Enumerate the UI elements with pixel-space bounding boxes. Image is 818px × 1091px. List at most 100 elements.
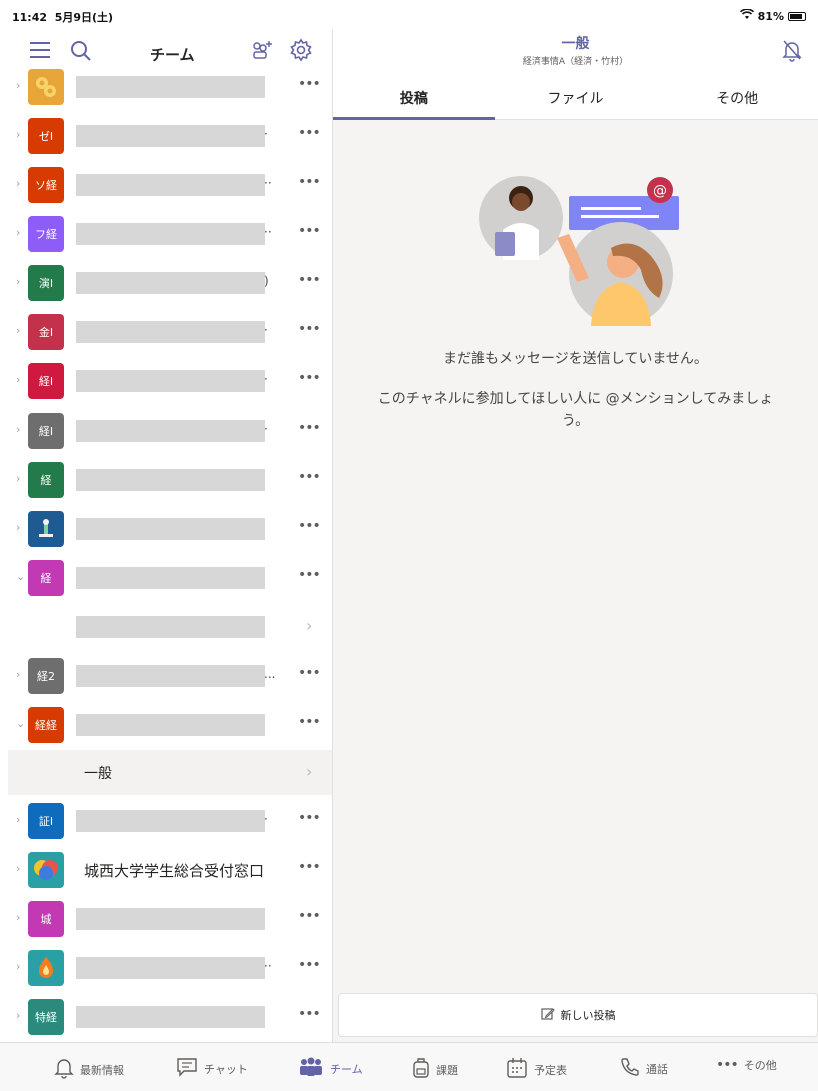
team-name-redacted — [76, 420, 265, 442]
chevron-down-icon[interactable]: ⌄ — [16, 717, 25, 730]
nav-more[interactable]: ••• その他 — [716, 1057, 777, 1073]
search-icon[interactable] — [70, 40, 92, 66]
chevron-right-icon[interactable]: › — [16, 862, 20, 875]
team-name-trail: ·· — [264, 959, 272, 973]
team-row[interactable]: › 城西大学学生総合受付窓口 ••• — [8, 847, 332, 893]
more-options-icon[interactable]: ••• — [298, 272, 321, 288]
bell-icon — [54, 1057, 74, 1082]
channel-tabs: 投稿 ファイル その他 — [333, 76, 818, 120]
more-options-icon[interactable]: ••• — [298, 567, 321, 583]
chevron-right-icon[interactable]: › — [16, 472, 20, 485]
team-row[interactable]: › ソ経 ·· ••• — [8, 162, 332, 208]
team-avatar: 証I — [28, 803, 64, 839]
nav-calendar-label: 予定表 — [534, 1063, 567, 1077]
team-name-redacted — [76, 125, 265, 147]
more-options-icon[interactable]: ••• — [298, 859, 321, 875]
chevron-right-icon[interactable]: › — [306, 616, 312, 635]
nav-calendar[interactable]: 予定表 — [506, 1057, 567, 1082]
tab-more[interactable]: その他 — [656, 76, 818, 120]
team-row[interactable]: › ゼI · ••• — [8, 113, 332, 159]
chevron-right-icon[interactable]: › — [16, 423, 20, 436]
chat-icon — [176, 1057, 198, 1080]
chevron-right-icon[interactable]: › — [306, 762, 312, 781]
chevron-right-icon[interactable]: › — [16, 960, 20, 973]
team-row[interactable]: › 城 ••• — [8, 896, 332, 942]
new-post-button[interactable]: 新しい投稿 — [338, 993, 818, 1037]
nav-teams[interactable]: チーム — [298, 1057, 363, 1080]
tab-files[interactable]: ファイル — [495, 76, 657, 120]
team-avatar: 演I — [28, 265, 64, 301]
teams-sidebar: チーム › ••• › ゼI · ••• › ソ経 ·· ••• › フ経 ··… — [0, 30, 333, 1042]
team-name-trail: · — [264, 323, 268, 337]
team-avatar — [28, 511, 64, 547]
nav-chat[interactable]: チャット — [176, 1057, 248, 1080]
chevron-right-icon[interactable]: › — [16, 226, 20, 239]
team-row[interactable]: › ••• — [8, 64, 332, 110]
team-row[interactable]: › 経 ••• — [8, 457, 332, 503]
more-options-icon[interactable]: ••• — [298, 370, 321, 386]
chevron-right-icon[interactable]: › — [16, 813, 20, 826]
channel-header: 一般 経済事情A（経済・竹村） 投稿 ファイル その他 — [333, 30, 818, 120]
team-name-trail: · — [264, 422, 268, 436]
team-row[interactable]: › フ経 ·· ••• — [8, 211, 332, 257]
more-options-icon[interactable]: ••• — [298, 321, 321, 337]
chevron-right-icon[interactable]: › — [16, 668, 20, 681]
team-name-redacted — [76, 76, 265, 98]
chevron-right-icon[interactable]: › — [16, 324, 20, 337]
more-options-icon[interactable]: ••• — [298, 125, 321, 141]
bell-off-icon[interactable] — [780, 38, 804, 66]
chevron-right-icon[interactable]: › — [16, 521, 20, 534]
more-options-icon[interactable]: ••• — [298, 518, 321, 534]
more-options-icon[interactable]: ••• — [298, 174, 321, 190]
nav-activity[interactable]: 最新情報 — [54, 1057, 124, 1082]
team-row[interactable]: › 演I ) ••• — [8, 260, 332, 306]
nav-calls[interactable]: 通話 — [620, 1057, 668, 1080]
team-avatar: ゼI — [28, 118, 64, 154]
more-options-icon[interactable]: ••• — [298, 810, 321, 826]
nav-calls-label: 通話 — [646, 1062, 668, 1076]
team-name-redacted — [76, 223, 265, 245]
gear-icon[interactable] — [289, 38, 313, 66]
more-options-icon[interactable]: ••• — [298, 665, 321, 681]
chevron-right-icon[interactable]: › — [16, 911, 20, 924]
team-name-trail: · — [264, 812, 268, 826]
nav-assignments[interactable]: 課題 — [412, 1057, 458, 1082]
more-options-icon[interactable]: ••• — [298, 76, 321, 92]
battery-icon — [788, 11, 806, 21]
wifi-icon — [739, 8, 754, 23]
chevron-right-icon[interactable]: › — [16, 177, 20, 190]
team-row[interactable]: › ·· ••• — [8, 945, 332, 991]
tab-posts[interactable]: 投稿 — [333, 76, 495, 120]
chevron-right-icon[interactable]: › — [16, 79, 20, 92]
add-team-icon[interactable] — [250, 39, 274, 65]
chevron-right-icon[interactable]: › — [16, 128, 20, 141]
channel-row[interactable]: › — [8, 604, 332, 650]
more-options-icon[interactable]: ••• — [298, 957, 321, 973]
team-row[interactable]: › ••• — [8, 506, 332, 552]
channel-row-general[interactable]: 一般 › — [8, 750, 332, 795]
channel-name: 一般 — [84, 766, 112, 782]
chevron-right-icon[interactable]: › — [16, 1009, 20, 1022]
chevron-down-icon[interactable]: ⌄ — [16, 570, 25, 583]
more-options-icon[interactable]: ••• — [298, 223, 321, 239]
chevron-right-icon[interactable]: › — [16, 275, 20, 288]
menu-icon[interactable] — [30, 42, 50, 63]
team-name-redacted — [76, 370, 265, 392]
more-options-icon[interactable]: ••• — [298, 908, 321, 924]
team-row[interactable]: ⌄ 経 ••• — [8, 555, 332, 601]
team-row[interactable]: › 経I · ••• — [8, 408, 332, 454]
team-avatar: 経2 — [28, 658, 64, 694]
more-options-icon[interactable]: ••• — [298, 1006, 321, 1022]
more-options-icon[interactable]: ••• — [298, 714, 321, 730]
team-row[interactable]: › 経I · ••• — [8, 358, 332, 404]
more-options-icon[interactable]: ••• — [298, 420, 321, 436]
chevron-right-icon[interactable]: › — [16, 373, 20, 386]
team-row[interactable]: ⌄ 経経 ••• — [8, 702, 332, 748]
team-row[interactable]: › 金I · ••• — [8, 309, 332, 355]
more-options-icon[interactable]: ••• — [298, 469, 321, 485]
team-name-redacted — [76, 272, 265, 294]
team-row[interactable]: › 経2 ... ••• — [8, 653, 332, 699]
team-row[interactable]: › 特経 ••• — [8, 994, 332, 1040]
team-row[interactable]: › 証I · ••• — [8, 798, 332, 844]
team-avatar: ソ経 — [28, 167, 64, 203]
